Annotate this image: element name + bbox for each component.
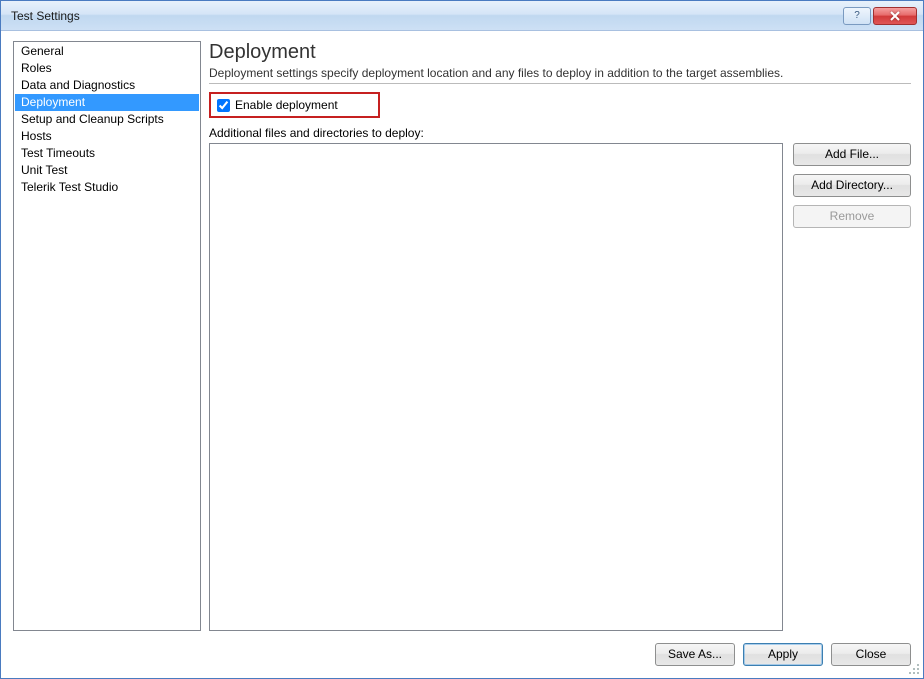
close-window-button[interactable] xyxy=(873,7,917,25)
help-button[interactable]: ? xyxy=(843,7,871,25)
enable-deployment-row: Enable deployment xyxy=(209,92,380,118)
sidebar-item-unit-test[interactable]: Unit Test xyxy=(15,162,199,179)
dialog-body: General Roles Data and Diagnostics Deplo… xyxy=(1,31,923,678)
apply-button[interactable]: Apply xyxy=(743,643,823,666)
save-as-button[interactable]: Save As... xyxy=(655,643,735,666)
sidebar-item-roles[interactable]: Roles xyxy=(15,60,199,77)
remove-button: Remove xyxy=(793,205,911,228)
sidebar-item-telerik[interactable]: Telerik Test Studio xyxy=(15,179,199,196)
close-icon xyxy=(889,11,901,21)
category-list[interactable]: General Roles Data and Diagnostics Deplo… xyxy=(13,41,201,631)
content-columns: Add File... Add Directory... Remove xyxy=(209,143,911,631)
dialog-footer: Save As... Apply Close xyxy=(13,631,911,666)
additional-files-list[interactable] xyxy=(209,143,783,631)
sidebar-item-test-timeouts[interactable]: Test Timeouts xyxy=(15,145,199,162)
help-icon: ? xyxy=(854,10,860,21)
add-file-button[interactable]: Add File... xyxy=(793,143,911,166)
page-description: Deployment settings specify deployment l… xyxy=(209,66,911,84)
sidebar-item-setup-cleanup[interactable]: Setup and Cleanup Scripts xyxy=(15,111,199,128)
sidebar-item-deployment[interactable]: Deployment xyxy=(15,94,199,111)
add-directory-button[interactable]: Add Directory... xyxy=(793,174,911,197)
test-settings-dialog: Test Settings ? General Roles Data and D… xyxy=(0,0,924,679)
main-row: General Roles Data and Diagnostics Deplo… xyxy=(13,41,911,631)
sidebar-item-general[interactable]: General xyxy=(15,43,199,60)
sidebar-item-data-diagnostics[interactable]: Data and Diagnostics xyxy=(15,77,199,94)
content-pane: Deployment Deployment settings specify d… xyxy=(209,41,911,631)
list-buttons-column: Add File... Add Directory... Remove xyxy=(793,143,911,631)
page-heading: Deployment xyxy=(209,41,911,64)
window-title: Test Settings xyxy=(11,9,841,23)
window-controls: ? xyxy=(841,7,917,25)
enable-deployment-label: Enable deployment xyxy=(235,98,338,112)
close-button[interactable]: Close xyxy=(831,643,911,666)
additional-files-label: Additional files and directories to depl… xyxy=(209,126,911,140)
resize-grip-icon xyxy=(907,662,921,676)
enable-deployment-checkbox[interactable] xyxy=(217,99,230,112)
resize-grip[interactable] xyxy=(907,662,921,676)
sidebar-item-hosts[interactable]: Hosts xyxy=(15,128,199,145)
titlebar: Test Settings ? xyxy=(1,1,923,31)
